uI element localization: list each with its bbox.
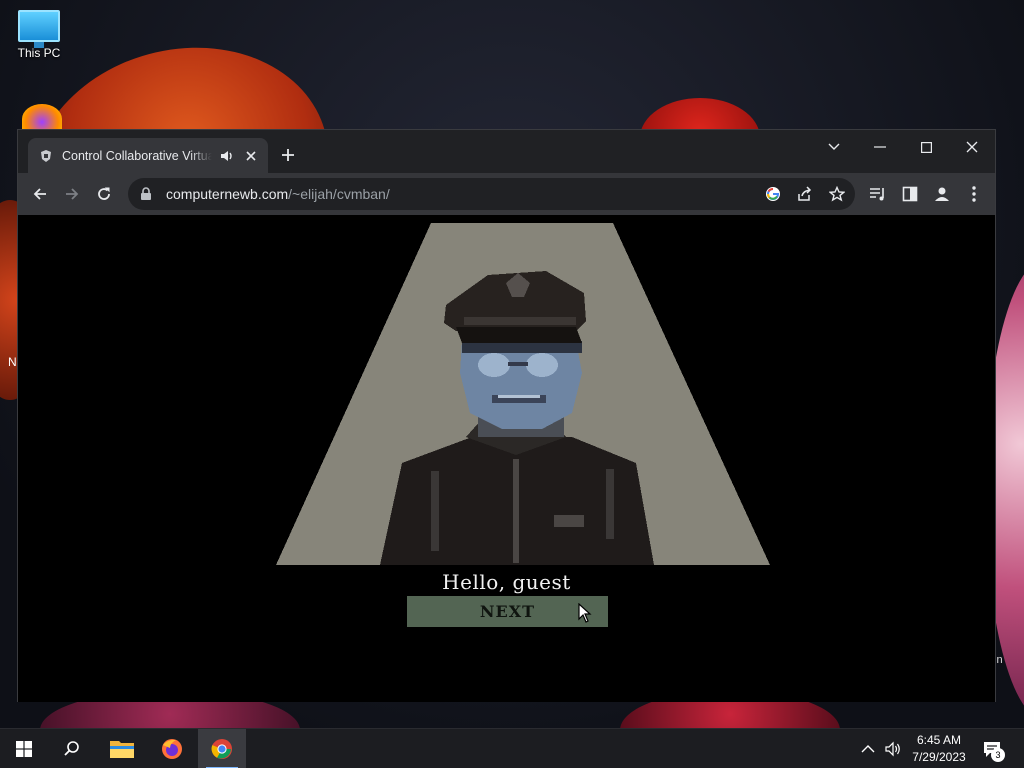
clock-date: 7/29/2023 [912,750,966,764]
forward-button[interactable] [60,182,84,206]
mouse-cursor-icon [578,603,592,623]
coat-insignia [554,515,584,527]
share-icon[interactable] [796,185,814,203]
new-tab-button[interactable] [278,145,298,165]
coat-buttons [513,459,519,563]
coat-highlight-right [606,469,614,539]
file-explorer-button[interactable] [98,729,146,768]
url-text: computernewb.com/~elijah/cvmban/ [166,186,390,202]
hat-band [464,317,576,325]
taskbar: 6:45 AM 7/29/2023 3 [0,728,1024,768]
search-icon [64,741,79,756]
profile-icon[interactable] [932,184,952,204]
browser-toolbar: computernewb.com/~elijah/cvmban/ [18,173,995,215]
start-button[interactable] [0,729,48,768]
volume-icon[interactable] [884,740,902,758]
left-lens [478,353,510,377]
side-panel-icon[interactable] [900,184,920,204]
notification-badge: 3 [991,748,1005,762]
kebab-menu-icon[interactable] [964,184,984,204]
taskbar-search-button[interactable] [48,729,96,768]
url-path: /~elijah/cvmban/ [288,186,390,202]
lock-icon[interactable] [140,187,154,201]
game-scene[interactable] [276,223,770,565]
clock-time: 6:45 AM [916,733,962,747]
google-lens-icon[interactable] [764,185,782,203]
firefox-button[interactable] [148,729,196,768]
desktop-icon-label-partial: N [8,355,17,369]
speaker-icon[interactable] [220,149,234,163]
dialog-text: Hello, guest [442,570,571,594]
system-clock[interactable]: 6:45 AM 7/29/2023 [904,732,974,766]
tab-strip: Control Collaborative Virtual [18,130,995,173]
windows-logo-icon [16,741,32,757]
desktop-icon-this-pc[interactable]: This PC [4,10,74,60]
officer-teeth [498,395,540,398]
glasses-bridge [508,362,528,366]
page-viewport: Hello, guest NEXT [18,215,995,702]
chrome-icon [211,739,232,759]
chrome-button[interactable] [198,729,246,768]
desktop-icon-label: This PC [17,46,61,60]
url-host: computernewb.com [166,186,289,202]
tab-title: Control Collaborative Virtual [62,148,212,163]
hat-brim [456,327,582,343]
tab-search-button[interactable] [811,132,857,162]
officer-face [460,341,582,429]
right-lens [526,353,558,377]
maximize-button[interactable] [903,132,949,162]
cvm-favicon-icon [38,148,54,164]
close-tab-icon[interactable] [242,147,260,165]
firefox-icon [162,739,182,759]
media-control-icon[interactable] [868,184,888,204]
address-bar[interactable]: computernewb.com/~elijah/cvmban/ [128,178,855,210]
bookmark-star-icon[interactable] [828,185,846,203]
reload-button[interactable] [92,182,116,206]
browser-window: Control Collaborative Virtual computerne… [17,129,996,702]
folder-icon [110,741,134,758]
chevron-up-icon[interactable] [860,741,876,757]
minimize-button[interactable] [857,132,903,162]
back-button[interactable] [28,182,52,206]
close-window-button[interactable] [949,132,995,162]
tab-active[interactable]: Control Collaborative Virtual [28,138,268,173]
monitor-icon [18,10,60,48]
coat-highlight-left [431,471,439,551]
